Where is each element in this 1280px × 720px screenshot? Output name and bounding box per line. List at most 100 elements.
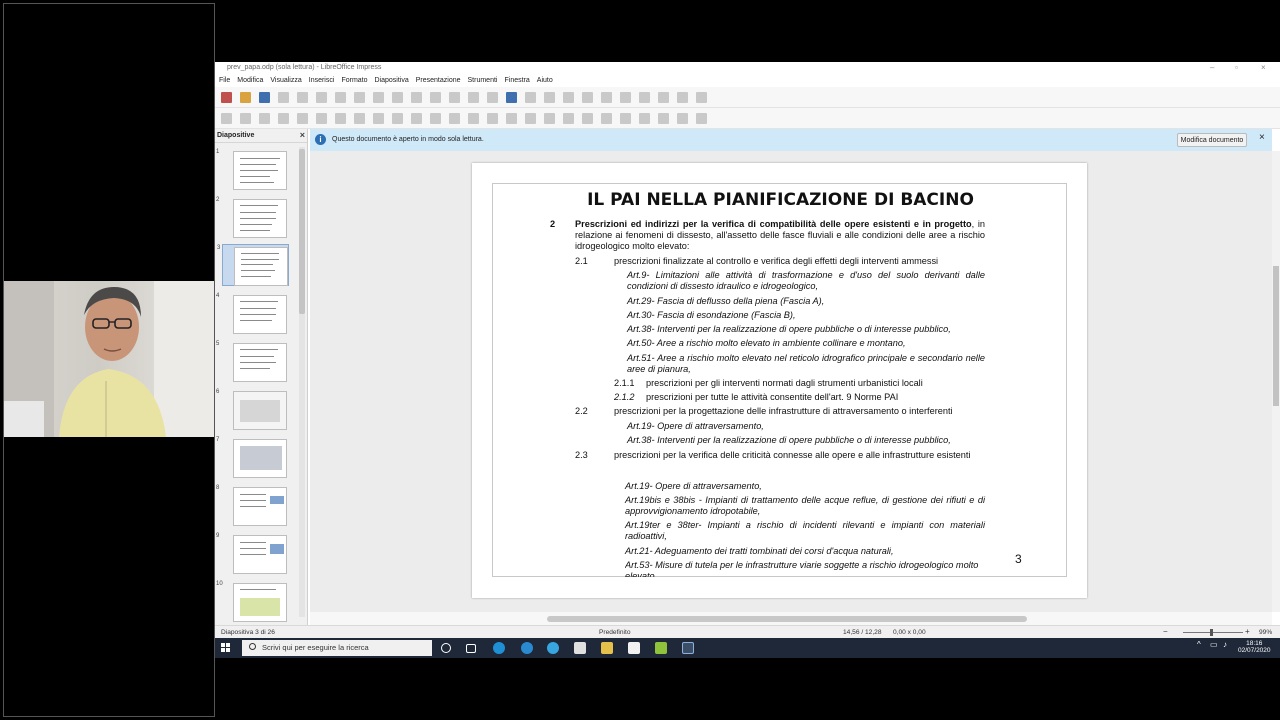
slide-thumbnail-8[interactable]: 8 — [216, 485, 289, 527]
undo-icon[interactable] — [392, 91, 403, 103]
slide-thumbnail-4[interactable]: 4 — [216, 293, 289, 335]
filter-icon[interactable] — [658, 112, 669, 124]
paste-icon[interactable] — [354, 91, 365, 103]
crop-icon[interactable] — [639, 112, 650, 124]
textbox-icon[interactable] — [620, 91, 631, 103]
horizontal-scrollbar[interactable] — [310, 612, 1272, 625]
slide-thumbnail-5[interactable]: 5 — [216, 341, 289, 383]
clone-formatting-icon[interactable] — [373, 91, 384, 103]
print-icon[interactable] — [297, 91, 308, 103]
save-icon[interactable] — [259, 91, 270, 103]
task-view-icon[interactable] — [466, 644, 476, 653]
menu-inserisci[interactable]: Inserisci — [309, 74, 335, 87]
grid-icon[interactable] — [468, 91, 479, 103]
edge-legacy-icon[interactable] — [521, 642, 533, 654]
zoom-level[interactable]: 99% — [1259, 629, 1272, 636]
spelling-icon[interactable] — [449, 91, 460, 103]
document-app-icon[interactable] — [628, 642, 640, 654]
hyperlink-icon[interactable] — [677, 91, 688, 103]
symbol-shapes-icon[interactable] — [430, 112, 441, 124]
current-slide[interactable]: IL PAI NELLA PIANIFICAZIONE DI BACINO 2 … — [472, 163, 1087, 598]
menu-modifica[interactable]: Modifica — [237, 74, 263, 87]
horizontal-scroll-thumb[interactable] — [547, 616, 1027, 622]
menu-presentazione[interactable]: Presentazione — [416, 74, 461, 87]
qgis-icon[interactable] — [655, 642, 667, 654]
start-presentation-icon[interactable] — [525, 91, 536, 103]
windows-start-icon[interactable] — [221, 643, 231, 653]
chart-icon[interactable] — [582, 91, 593, 103]
distribute-icon[interactable] — [601, 112, 612, 124]
align-icon[interactable] — [563, 112, 574, 124]
internet-explorer-icon[interactable] — [547, 642, 559, 654]
menu-finestra[interactable]: Finestra — [504, 74, 529, 87]
menu-file[interactable]: File — [219, 74, 230, 87]
slide-thumbnail-6[interactable]: 6 — [216, 389, 289, 431]
zoom-slider[interactable] — [1183, 632, 1243, 633]
glue-points-icon[interactable] — [696, 112, 707, 124]
network-icon[interactable]: ▭ — [1210, 641, 1218, 649]
fontwork-icon[interactable] — [658, 91, 669, 103]
zoom-out-icon[interactable]: − — [1163, 627, 1168, 636]
special-character-icon[interactable] — [639, 91, 650, 103]
zoom-slider-handle[interactable] — [1210, 629, 1213, 636]
export-pdf-icon[interactable] — [278, 91, 289, 103]
slide-layout-name[interactable]: Predefinito — [599, 629, 631, 636]
stars-icon[interactable] — [506, 112, 517, 124]
table-icon[interactable] — [544, 91, 555, 103]
close-panel-icon[interactable]: × — [300, 130, 305, 140]
ellipse-icon[interactable] — [335, 112, 346, 124]
maximize-icon[interactable]: ▫ — [1235, 63, 1238, 72]
close-window-icon[interactable]: × — [1261, 63, 1266, 72]
select-icon[interactable] — [221, 112, 232, 124]
rectangle-icon[interactable] — [316, 112, 327, 124]
edge-icon[interactable] — [493, 642, 505, 654]
slide-thumbnail-9[interactable]: 9 — [216, 533, 289, 575]
menu-strumenti[interactable]: Strumenti — [468, 74, 498, 87]
display-views-icon[interactable] — [487, 91, 498, 103]
connector-icon[interactable] — [392, 112, 403, 124]
slides-panel-scrollbar[interactable] — [299, 147, 305, 617]
file-explorer-icon[interactable] — [601, 642, 613, 654]
menu-aiuto[interactable]: Aiuto — [537, 74, 553, 87]
redo-icon[interactable] — [411, 91, 422, 103]
zoom-icon[interactable] — [240, 112, 251, 124]
3d-objects-icon[interactable] — [525, 112, 536, 124]
find-replace-icon[interactable] — [430, 91, 441, 103]
new-document-icon[interactable] — [221, 91, 232, 103]
zoom-in-icon[interactable]: + — [1245, 627, 1250, 636]
arrange-icon[interactable] — [582, 112, 593, 124]
volume-icon[interactable]: ♪ — [1223, 641, 1227, 649]
shadow-icon[interactable] — [620, 112, 631, 124]
line-color-icon[interactable] — [259, 112, 270, 124]
slide-thumbnail-2[interactable]: 2 — [216, 197, 289, 239]
line-icon[interactable] — [297, 112, 308, 124]
menu-visualizza[interactable]: Visualizza — [270, 74, 301, 87]
slide-thumbnail-7[interactable]: 7 — [216, 437, 289, 479]
callouts-icon[interactable] — [487, 112, 498, 124]
arrow-icon[interactable] — [354, 112, 365, 124]
fill-color-icon[interactable] — [278, 112, 289, 124]
close-infobar-icon[interactable]: × — [1259, 132, 1265, 143]
rotate-icon[interactable] — [544, 112, 555, 124]
media-icon[interactable] — [601, 91, 612, 103]
tray-chevron-icon[interactable]: ^ — [1197, 641, 1201, 649]
master-slide-icon[interactable] — [506, 91, 517, 103]
libreoffice-taskbar-icon[interactable] — [682, 642, 694, 654]
vertical-scroll-thumb[interactable] — [1273, 266, 1279, 406]
image-icon[interactable] — [563, 91, 574, 103]
slide-thumbnail-10[interactable]: 10 — [216, 581, 289, 623]
flowchart-icon[interactable] — [468, 112, 479, 124]
menu-formato[interactable]: Formato — [341, 74, 367, 87]
clock[interactable]: 18:16 02/07/2020 — [1238, 640, 1271, 654]
slide-thumbnail-1[interactable]: 1 — [216, 149, 289, 191]
slides-panel-scroll-thumb[interactable] — [299, 149, 305, 314]
cut-icon[interactable] — [316, 91, 327, 103]
show-draw-functions-icon[interactable] — [696, 91, 707, 103]
points-icon[interactable] — [677, 112, 688, 124]
slide-thumbnail-3[interactable]: 3 — [217, 244, 289, 286]
edit-document-button[interactable]: Modifica documento — [1177, 133, 1247, 147]
store-icon[interactable] — [574, 642, 586, 654]
taskbar-search-box[interactable]: Scrivi qui per eseguire la ricerca — [242, 640, 432, 656]
vertical-scrollbar[interactable] — [1272, 151, 1280, 612]
copy-icon[interactable] — [335, 91, 346, 103]
